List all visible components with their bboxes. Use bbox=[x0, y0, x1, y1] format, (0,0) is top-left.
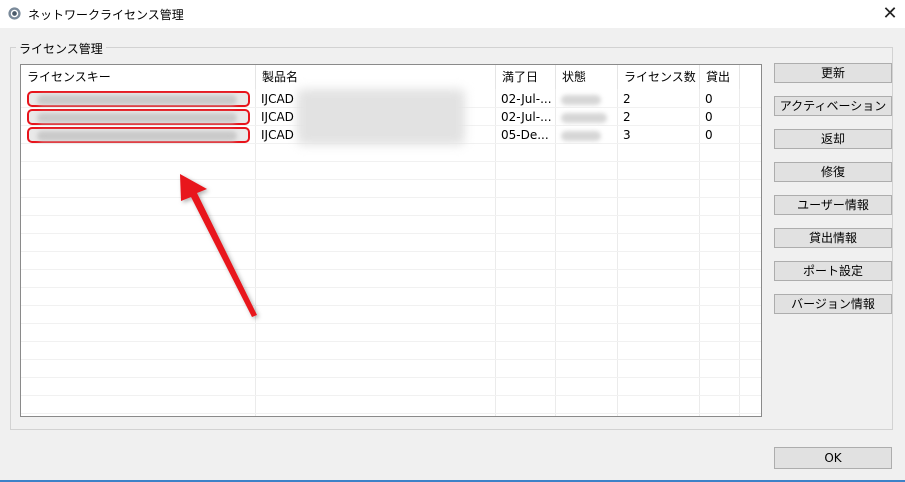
group-label: ライセンス管理 bbox=[16, 40, 106, 57]
grid-line bbox=[21, 269, 761, 270]
product-cell: IJCAD bbox=[261, 92, 294, 106]
ok-button[interactable]: OK bbox=[774, 447, 892, 469]
column-header-license-key[interactable]: ライセンスキー bbox=[21, 65, 256, 89]
status-cell bbox=[556, 126, 618, 144]
table-row[interactable]: IJCAD 02-Jul-... 2 0 bbox=[21, 108, 761, 126]
grid-line bbox=[21, 215, 761, 216]
column-header-product[interactable]: 製品名 bbox=[256, 65, 496, 89]
column-header-status[interactable]: 状態 bbox=[556, 65, 618, 89]
column-header-expiry[interactable]: 満了日 bbox=[496, 65, 556, 89]
grid-line bbox=[21, 233, 761, 234]
expiry-cell: 05-De... bbox=[501, 128, 549, 142]
product-cell: IJCAD bbox=[261, 110, 294, 124]
lent-cell: 0 bbox=[705, 128, 713, 142]
redacted-license-key bbox=[27, 109, 250, 125]
list-header: ライセンスキー 製品名 満了日 状態 ライセンス数 貸出 bbox=[21, 65, 761, 89]
version-info-button[interactable]: バージョン情報 bbox=[774, 294, 892, 314]
grid-line bbox=[21, 197, 761, 198]
user-info-button[interactable]: ユーザー情報 bbox=[774, 195, 892, 215]
repair-button[interactable]: 修復 bbox=[774, 162, 892, 182]
grid-line bbox=[21, 341, 761, 342]
status-cell bbox=[556, 108, 618, 126]
grid-line bbox=[21, 413, 761, 414]
license-count-cell: 2 bbox=[623, 92, 631, 106]
grid-line bbox=[21, 305, 761, 306]
refresh-button[interactable]: 更新 bbox=[774, 63, 892, 83]
title-bar: ネットワークライセンス管理 ✕ bbox=[0, 0, 905, 28]
column-header-license-count[interactable]: ライセンス数 bbox=[618, 65, 700, 89]
expiry-cell: 02-Jul-... bbox=[501, 92, 552, 106]
product-cell: IJCAD bbox=[261, 128, 294, 142]
grid-line bbox=[21, 359, 761, 360]
grid-line bbox=[21, 395, 761, 396]
window-title: ネットワークライセンス管理 bbox=[28, 8, 184, 22]
grid-line bbox=[21, 287, 761, 288]
grid-line bbox=[21, 377, 761, 378]
license-count-cell: 2 bbox=[623, 110, 631, 124]
grid-line bbox=[21, 251, 761, 252]
activate-button[interactable]: アクティベーション bbox=[774, 96, 892, 116]
grid-line bbox=[21, 161, 761, 162]
license-count-cell: 3 bbox=[623, 128, 631, 142]
table-row[interactable]: IJCAD 02-Jul-... 2 0 bbox=[21, 90, 761, 108]
status-cell bbox=[556, 90, 618, 108]
lent-cell: 0 bbox=[705, 92, 713, 106]
expiry-cell: 02-Jul-... bbox=[501, 110, 552, 124]
column-header-lent[interactable]: 貸出 bbox=[700, 65, 740, 89]
return-button[interactable]: 返却 bbox=[774, 129, 892, 149]
port-settings-button[interactable]: ポート設定 bbox=[774, 261, 892, 281]
gear-icon bbox=[8, 7, 21, 20]
grid-line bbox=[21, 179, 761, 180]
table-row[interactable]: IJCAD 05-De... 3 0 bbox=[21, 126, 761, 144]
close-button[interactable]: ✕ bbox=[878, 2, 902, 26]
redacted-license-key bbox=[27, 91, 250, 107]
lend-info-button[interactable]: 貸出情報 bbox=[774, 228, 892, 248]
redacted-license-key bbox=[27, 127, 250, 143]
grid-line bbox=[21, 323, 761, 324]
lent-cell: 0 bbox=[705, 110, 713, 124]
license-list[interactable]: ライセンスキー 製品名 満了日 状態 ライセンス数 貸出 IJCAD 02-Ju… bbox=[20, 64, 762, 417]
